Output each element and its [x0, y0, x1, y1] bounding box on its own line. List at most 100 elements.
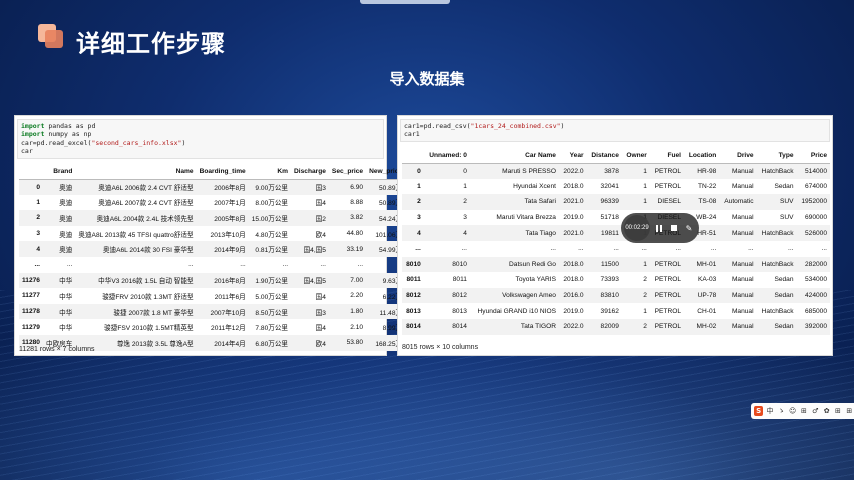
table-cell: 1 [463, 182, 467, 190]
table-cell: Manual [719, 287, 757, 304]
table-cell: 2021.0 [558, 194, 587, 210]
toolbar-item-icon[interactable]: ゝ [777, 406, 786, 416]
table-row: 8013 8013 Hyundai GRAND i10 NIOS 2019.0 3916… [402, 303, 830, 319]
table-cell: Manual [719, 256, 757, 273]
column-header: Type [756, 149, 797, 164]
table-row: 4 奥迪 奥迪A6L 2014款 30 FSI 豪华型 2014年9月 0.81万公里国… [19, 241, 406, 257]
table-cell: 8011 [452, 276, 467, 284]
left-code-cell[interactable]: import pandas as pd import numpy as np car… [17, 119, 384, 159]
table-cell: 8010 [423, 256, 470, 273]
table-cell: 7.00 [328, 272, 367, 289]
table-cell: 2019.0 [563, 307, 584, 315]
table-cell: Sedan [774, 182, 794, 190]
table-row: 8010 8010 Datsun Redi Go 2018.0 11500 1 PETROL… [402, 256, 830, 273]
table-cell: HatchBack [761, 307, 794, 315]
recording-player[interactable]: 00:02:29 ✎ [621, 213, 699, 243]
table-row: 11277 中华 骏捷FRV 2010款 1.3MT 舒适型 2011年6月 5.00万… [19, 288, 405, 304]
row-index: 2 [19, 210, 43, 226]
table-cell: HatchBack [756, 163, 797, 179]
pause-icon[interactable] [653, 222, 665, 234]
table-cell: 0.81万公里 [248, 241, 292, 257]
row-index: 3 [417, 214, 421, 222]
table-row: 33Maruti Vitara Brezza2019.0517181DIESEL… [402, 210, 830, 226]
row-index: 2 [402, 194, 424, 210]
table-cell: MH-02 [684, 318, 720, 335]
input-toolbar[interactable]: S 中ゝ ☺ ⊞ ♂ ✿ ⊞ ⊞ [751, 403, 854, 419]
table-cell: 82009 [586, 318, 622, 335]
toolbar-item-icon[interactable]: 中 [765, 406, 774, 416]
table-cell: 8.00万公里 [255, 200, 289, 208]
table-cell: TN-22 [698, 182, 717, 190]
table-cell: 中华 [42, 272, 76, 289]
table-cell: 8012 [423, 287, 470, 304]
row-index: 1 [36, 198, 40, 206]
toolbar-item-icon[interactable]: ⊞ [799, 406, 808, 416]
table-cell: ... [748, 245, 754, 253]
column-header: Car Name [469, 149, 559, 164]
table-cell: 2018.0 [563, 182, 584, 190]
column-header: Distance [586, 149, 622, 164]
slide-logo-icon [38, 24, 64, 48]
table-cell: ... [282, 261, 289, 269]
table-cell: 奥迪A8L 2013款 45 TFSI quattro舒适型 [78, 231, 194, 239]
table-cell: 2022.0 [558, 318, 587, 335]
table-cell: 2.20 [350, 292, 364, 300]
row-index: 8010 [402, 256, 424, 273]
table-cell: ... [550, 245, 556, 253]
table-cell: 奥迪A6L 2004款 2.4L 技术领先型 [75, 210, 197, 226]
table-cell: 33.19 [328, 241, 367, 257]
table-cell: ... [320, 261, 326, 269]
table-cell: 奥迪A6L 2007款 2.4 CVT 舒适型 [98, 200, 194, 208]
table-cell: 1 [621, 194, 650, 210]
table-cell: 国2 [291, 210, 329, 226]
right-shape-note: 8015 rows × 10 columns [402, 344, 479, 351]
table-cell: 国3 [291, 303, 329, 320]
table-cell: 2 [621, 318, 650, 335]
code-line: import pandas as pd [21, 122, 96, 130]
table-row: 1 奥迪 奥迪A6L 2007款 2.4 CVT 舒适型 2007年1月 8.00万公里… [19, 195, 405, 211]
table-cell: 2018.0 [563, 276, 584, 284]
table-cell: HR-98 [684, 163, 720, 179]
code-line: car1=pd.read_csv("1cars_24_combined.csv"… [404, 122, 565, 130]
table-cell: UP-78 [684, 287, 720, 304]
table-cell: 2021.0 [558, 225, 587, 241]
table-cell: Manual [719, 225, 757, 241]
table-cell: 6.90 [328, 179, 367, 195]
toolbar-item-icon[interactable]: ♂ [811, 406, 820, 416]
pen-icon[interactable]: ✎ [683, 222, 695, 234]
column-header: Brand [42, 165, 76, 180]
top-strip [360, 0, 450, 4]
toolbar-item-icon[interactable]: ✿ [822, 406, 831, 416]
table-cell: Sedan [774, 276, 794, 284]
table-cell: 8.88 [350, 198, 364, 206]
ime-logo-icon[interactable]: S [754, 406, 764, 416]
table-row: 0 奥迪 奥迪A6L 2006款 2.4 CVT 舒适型 2006年8月 9.00万公里… [19, 179, 406, 195]
table-cell: Volkswagen Ameo [469, 287, 559, 304]
table-cell: DIESEL [649, 194, 685, 210]
table-cell: 2014年4月 [196, 334, 249, 351]
table-cell: 8.50万公里 [248, 303, 292, 320]
row-index: 3 [36, 230, 40, 238]
table-cell: Hyundai Xcent [513, 182, 556, 190]
table-cell: 424000 [796, 287, 830, 304]
stop-icon[interactable] [668, 222, 680, 234]
section-title: 导入数据集 [389, 70, 465, 88]
table-cell: PETROL [654, 182, 682, 190]
toolbar-item-icon[interactable]: ⊞ [833, 406, 842, 416]
table-cell: 690000 [804, 214, 827, 222]
row-index: 11278 [19, 303, 43, 320]
table-cell: PETROL [654, 307, 682, 315]
table-cell: 73393 [600, 276, 619, 284]
table-cell: 685000 [804, 307, 827, 315]
table-cell: 欧4 [315, 231, 326, 239]
table-cell: 奥迪 [42, 179, 76, 195]
right-code-cell[interactable]: car1=pd.read_csv("1cars_24_combined.csv"… [400, 119, 830, 142]
table-cell: ... [710, 245, 717, 253]
table-cell: Datsun Redi Go [469, 256, 559, 273]
toolbar-item-icon[interactable]: ⊞ [845, 406, 854, 416]
table-cell: TS-08 [684, 194, 720, 210]
toolbar-item-icon[interactable]: ☺ [788, 406, 797, 416]
table-cell: Sedan [756, 287, 797, 304]
table-row: 0 0 Maruti S PRESSO 2022.0 3878 1 PETROL HR-98 M… [402, 163, 830, 179]
table-cell: 2 [621, 287, 650, 304]
